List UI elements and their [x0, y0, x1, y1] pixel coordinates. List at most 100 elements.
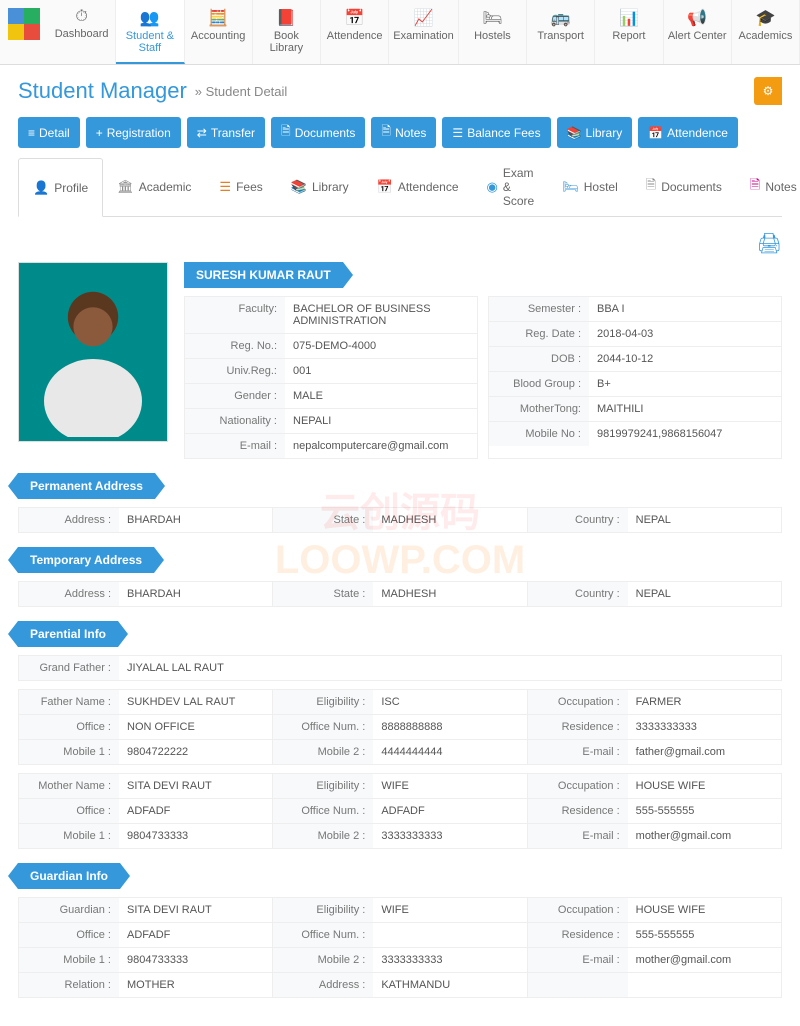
tab-attendence[interactable]: 📅 Attendence — [363, 158, 473, 216]
data-cell: Eligibility :WIFE — [273, 898, 527, 922]
action-documents[interactable]: 🗎 Documents — [271, 117, 365, 148]
nav-examination[interactable]: 📈Examination — [389, 0, 459, 64]
action-library[interactable]: 📚 Library — [557, 117, 633, 148]
info-value: 2044-10-12 — [589, 347, 781, 371]
data-cell: Eligibility :ISC — [273, 690, 527, 714]
page-header: Student Manager » Student Detail ⚙ — [0, 65, 800, 117]
data-cell: Residence :555-555555 — [528, 923, 781, 947]
field-value: 8888888888 — [373, 715, 526, 739]
data-row: Address :BHARDAHState :MADHESHCountry :N… — [19, 508, 781, 532]
nav-attendence[interactable]: 📅Attendence — [321, 0, 389, 64]
field-label: E-mail : — [528, 740, 628, 764]
field-value: mother@gmail.com — [628, 948, 781, 972]
logo — [4, 4, 44, 44]
info-value: B+ — [589, 372, 781, 396]
data-cell: Eligibility :WIFE — [273, 774, 527, 798]
tab-hostel[interactable]: 🛏 Hostel — [548, 158, 632, 216]
field-value: BHARDAH — [119, 508, 272, 532]
data-row: Address :BHARDAHState :MADHESHCountry :N… — [19, 582, 781, 606]
data-cell: Father Name :SUKHDEV LAL RAUT — [19, 690, 273, 714]
data-row: Mother Name :SITA DEVI RAUTEligibility :… — [19, 774, 781, 798]
tab-notes[interactable]: 🗎 Notes — [736, 158, 800, 216]
data-cell: Country :NEPAL — [528, 508, 781, 532]
info-row: Gender :MALE — [185, 384, 477, 409]
info-value: 9819979241,9868156047 — [589, 422, 781, 446]
action-notes[interactable]: 🗎 Notes — [371, 117, 436, 148]
field-label: Mobile 2 : — [273, 824, 373, 848]
field-value — [628, 973, 781, 997]
field-label: Residence : — [528, 715, 628, 739]
section-temporary-address: Temporary AddressAddress :BHARDAHState :… — [18, 547, 782, 607]
field-label: Occupation : — [528, 898, 628, 922]
field-value: WIFE — [373, 774, 526, 798]
field-value: 555-555555 — [628, 923, 781, 947]
info-label: Gender : — [185, 384, 285, 408]
field-label: Relation : — [19, 973, 119, 997]
field-label: Office Num. : — [273, 715, 373, 739]
field-value: 3333333333 — [628, 715, 781, 739]
field-value: SUKHDEV LAL RAUT — [119, 690, 272, 714]
nav-report[interactable]: 📊Report — [595, 0, 663, 64]
field-value: NEPAL — [628, 582, 781, 606]
data-cell: E-mail :mother@gmail.com — [528, 824, 781, 848]
info-value: nepalcomputercare@gmail.com — [285, 434, 477, 458]
field-label: Occupation : — [528, 690, 628, 714]
info-value: 075-DEMO-4000 — [285, 334, 477, 358]
tab-profile[interactable]: 👤 Profile — [18, 158, 103, 217]
field-label: E-mail : — [528, 824, 628, 848]
field-value: HOUSE WIFE — [628, 774, 781, 798]
field-label: Office Num. : — [273, 799, 373, 823]
info-row: Faculty:BACHELOR OF BUSINESS ADMINISTRAT… — [185, 297, 477, 334]
nav-book-library[interactable]: 📕Book Library — [253, 0, 321, 64]
nav-alert-center[interactable]: 📢Alert Center — [664, 0, 732, 64]
action-transfer[interactable]: ⇄ Transfer — [187, 117, 265, 148]
tab-fees[interactable]: ☰ Fees — [205, 158, 276, 216]
data-cell: Address :KATHMANDU — [273, 973, 527, 997]
nav-dashboard[interactable]: ⏱Dashboard — [48, 0, 116, 64]
action-balance-fees[interactable]: ☰ Balance Fees — [442, 117, 550, 148]
tab-library[interactable]: 📚 Library — [277, 158, 363, 216]
field-label: Mobile 1 : — [19, 824, 119, 848]
field-value: HOUSE WIFE — [628, 898, 781, 922]
field-label: Guardian : — [19, 898, 119, 922]
info-label: Reg. No.: — [185, 334, 285, 358]
field-label: State : — [273, 508, 373, 532]
tab-academic[interactable]: 🏛 Academic — [103, 158, 205, 216]
field-value: 4444444444 — [373, 740, 526, 764]
nav-accounting[interactable]: 🧮Accounting — [185, 0, 253, 64]
data-row: Relation :MOTHERAddress :KATHMANDU — [19, 972, 781, 997]
action-registration[interactable]: + Registration — [86, 117, 181, 148]
data-cell: Office Num. :ADFADF — [273, 799, 527, 823]
field-label: Address : — [273, 973, 373, 997]
info-row: Blood Group :B+ — [489, 372, 781, 397]
info-value: BBA I — [589, 297, 781, 321]
data-row: Guardian :SITA DEVI RAUTEligibility :WIF… — [19, 898, 781, 922]
info-row: Semester :BBA I — [489, 297, 781, 322]
print-icon[interactable]: 🖨 — [757, 233, 782, 255]
action-bar: ≡ Detail+ Registration⇄ Transfer🗎 Docume… — [0, 117, 800, 158]
info-value: MALE — [285, 384, 477, 408]
nav-hostels[interactable]: 🛏Hostels — [459, 0, 527, 64]
nav-student-staff[interactable]: 👥Student & Staff — [116, 0, 184, 64]
settings-button[interactable]: ⚙ — [754, 77, 782, 105]
info-value: 2018-04-03 — [589, 322, 781, 346]
action-attendence[interactable]: 📅 Attendence — [638, 117, 738, 148]
action-detail[interactable]: ≡ Detail — [18, 117, 80, 148]
section-title: Parential Info — [18, 621, 118, 647]
nav-transport[interactable]: 🚌Transport — [527, 0, 595, 64]
tab-exam-score[interactable]: ◉ Exam & Score — [473, 158, 549, 216]
student-name-badge: SURESH KUMAR RAUT — [184, 262, 343, 288]
tab-documents[interactable]: 🗎 Documents — [632, 158, 736, 216]
data-cell: Address :BHARDAH — [19, 582, 273, 606]
field-value: ISC — [373, 690, 526, 714]
field-value: MADHESH — [373, 508, 526, 532]
breadcrumb: » Student Detail — [195, 84, 288, 99]
info-label: Blood Group : — [489, 372, 589, 396]
field-value: SITA DEVI RAUT — [119, 774, 272, 798]
field-label: Office Num. : — [273, 923, 373, 947]
nav-academics[interactable]: 🎓Academics — [732, 0, 800, 64]
field-value: father@gmail.com — [628, 740, 781, 764]
field-value: WIFE — [373, 898, 526, 922]
info-row: DOB :2044-10-12 — [489, 347, 781, 372]
section-parential-info: Parential InfoGrand Father :JIYALAL LAL … — [18, 621, 782, 849]
